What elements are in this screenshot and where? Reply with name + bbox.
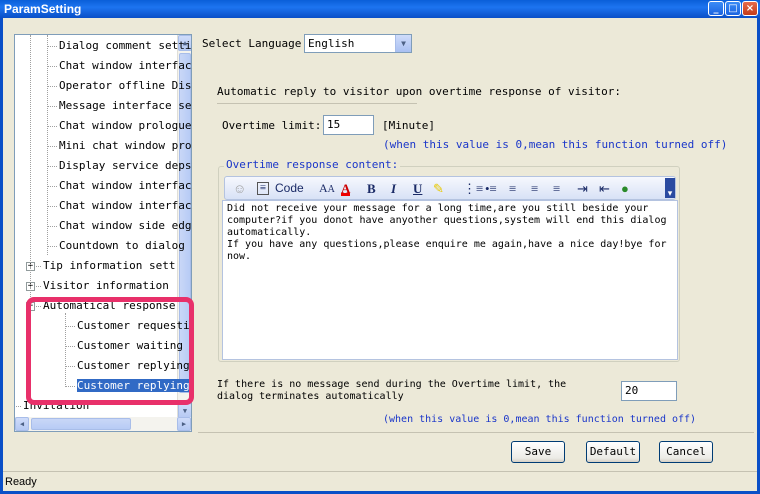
tree-connector [47,206,57,207]
tree-connector [47,66,57,67]
tree-horizontal-scrollbar[interactable]: ◀ ▶ [15,417,191,431]
unordered-list-icon[interactable]: •≡ [485,180,497,197]
content-line: computer?if you donot have anyother ques… [227,215,667,226]
tree-connector [15,406,21,407]
tree-connector [47,166,57,167]
overtime-label: Overtime limit: [222,119,322,132]
content-line: automatically. [227,227,312,238]
tree-connector [47,226,57,227]
tree-connector [47,86,57,87]
tree-item[interactable]: Tip information sett [43,257,175,275]
tree-item[interactable]: Chat window interfac [59,177,191,195]
tree-item[interactable]: Chat window interfac [59,197,191,215]
tree-item-label: Operator offline Dis [59,79,192,92]
section-divider [217,103,417,104]
status-text: Ready [5,476,37,488]
terminate-input[interactable]: 20 [621,381,677,401]
language-select[interactable]: English ▼ [304,34,412,53]
scroll-left-icon[interactable]: ◀ [15,417,29,431]
overtime-unit: [Minute] [382,119,435,132]
align-right-icon[interactable]: ≡ [553,180,560,197]
tree-item-label: Visitor information [43,279,169,292]
tree-item-label: Chat window interfac [59,179,192,192]
tree-item-label: Chat window prologue [59,119,192,132]
tree-item[interactable]: Countdown to dialog [59,237,185,255]
title-bar: ParamSetting _ □ × [0,0,760,18]
align-center-icon[interactable]: ≡ [531,180,538,197]
content-line: now. [227,251,252,262]
link-icon[interactable]: ● [621,180,629,197]
tree-item[interactable]: Chat window side edg [59,217,191,235]
content-line: If you have any questions,please enquire… [227,239,667,250]
terminate-label-line2: dialog terminates automatically [217,391,404,402]
tree-item-label: Chat window interfac [59,59,192,72]
highlight-icon[interactable]: ✎ [433,180,444,197]
tree-item-label: Countdown to dialog [59,239,185,252]
tree-connector [47,146,57,147]
minimize-button[interactable]: _ [708,1,724,16]
tree-item[interactable]: Message interface se [59,97,191,115]
terminate-value: 20 [625,384,639,397]
close-button[interactable]: × [742,1,758,16]
underline-icon[interactable]: U [413,180,422,197]
tree-item-label: Tip information sett [43,259,176,272]
content-legend: Overtime response content: [224,158,401,171]
source-icon[interactable]: ≡ [257,182,269,195]
bold-icon[interactable]: B [367,180,376,197]
hscroll-thumb[interactable] [31,418,131,430]
code-button[interactable]: Code [275,180,304,197]
tree-guide [47,35,48,255]
toolbar-more-icon[interactable]: ▾ [665,178,675,198]
tree-item[interactable]: Chat window interfac [59,57,191,75]
highlight-annotation [26,297,194,405]
overtime-value: 15 [327,118,341,131]
tree-item-label: Message interface se [59,99,192,112]
tree-connector [47,106,57,107]
italic-icon[interactable]: I [391,180,396,197]
editor-toolbar: ☺ ≡ Code AA A B I U ✎ ⋮≡ •≡ ≡ ≡ ≡ ⇥ ⇤ ● … [224,176,676,200]
overtime-input[interactable]: 15 [323,115,374,135]
font-size-icon[interactable]: AA [319,180,335,197]
save-button[interactable]: Save [511,441,565,463]
tree-item-label: Chat window interfac [59,199,192,212]
cancel-button[interactable]: Cancel [659,441,713,463]
tree-item[interactable]: Mini chat window pro [59,137,191,155]
tree-item-label: Dialog comment setti [59,39,192,52]
language-value: English [308,37,355,50]
tree-item-label: Mini chat window pro [59,139,192,152]
outdent-icon[interactable]: ⇤ [599,180,610,197]
tree-item[interactable]: Chat window prologue [59,117,191,135]
tree-item-label: Display service deps [59,159,192,172]
tree-connector [47,46,57,47]
tree-item[interactable]: Operator offline Dis [59,77,191,95]
terminate-note: (when this value is 0,mean this function… [383,414,697,425]
content-editor[interactable]: Did not receive your message for a long … [222,200,678,360]
indent-icon[interactable]: ⇥ [577,180,588,197]
tree-item-label: Chat window side edg [59,219,192,232]
tree-connector [47,126,57,127]
font-color-icon[interactable]: A [341,180,351,196]
scroll-right-icon[interactable]: ▶ [177,417,191,431]
expand-icon[interactable]: + [14,402,15,411]
overtime-note: (when this value is 0,mean this function… [383,138,728,151]
tree-item[interactable]: Dialog comment setti [59,37,191,55]
button-divider [198,432,754,433]
language-label: Select Language [202,37,302,50]
emoticon-icon[interactable]: ☺ [233,180,246,197]
chevron-down-icon[interactable]: ▼ [395,35,411,52]
align-left-icon[interactable]: ≡ [509,180,516,197]
tree-guide [30,35,31,307]
terminate-label-line1: If there is no message send during the O… [217,379,567,390]
default-button[interactable]: Default [586,441,640,463]
tree-item[interactable]: Display service deps [59,157,191,175]
maximize-button[interactable]: □ [725,1,741,16]
tree-connector [47,186,57,187]
tree-connector [47,246,57,247]
tree-item[interactable]: Visitor information [43,277,169,295]
window-title: ParamSetting [4,2,82,16]
status-bar: Ready [3,471,757,491]
ordered-list-icon[interactable]: ⋮≡ [463,180,483,197]
content-line: Did not receive your message for a long … [227,203,649,214]
section-title: Automatic reply to visitor upon overtime… [217,85,621,98]
